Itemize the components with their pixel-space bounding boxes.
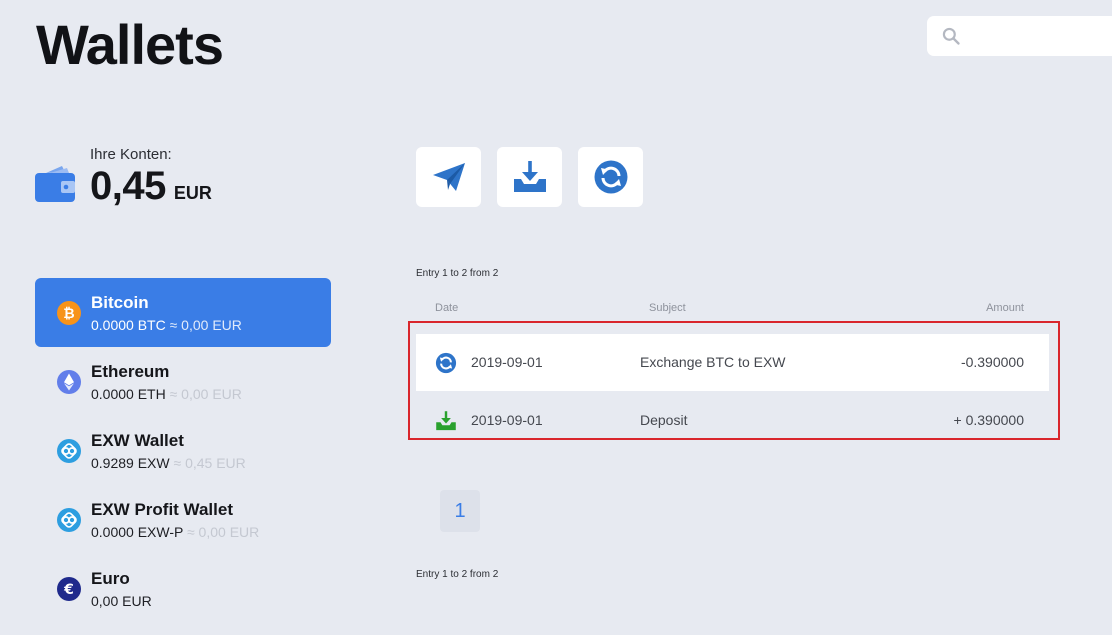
column-header-date: Date <box>435 302 459 314</box>
svg-text:₿: ₿ <box>63 306 74 322</box>
wallet-balance: 0.9289 EXW <box>91 454 170 471</box>
download-tray-icon <box>513 161 546 192</box>
search-icon <box>942 27 960 45</box>
wallet-name: Euro <box>91 568 130 588</box>
balance-label: Ihre Konten: <box>90 146 172 163</box>
highlight-box <box>408 321 1060 440</box>
wallet-list: ₿ Bitcoin 0.0000 BTC ≈ 0,00 EUR Ethereum… <box>35 278 331 623</box>
wallet-actions <box>416 147 643 207</box>
account-balance: Ihre Konten: 0,45 EUR <box>34 146 212 209</box>
wallet-approx-value: ≈ 0,00 EUR <box>169 385 242 402</box>
column-header-amount: Amount <box>986 302 1024 314</box>
entries-info-bottom: Entry 1 to 2 from 2 <box>416 569 499 580</box>
wallet-balance: 0.0000 ETH <box>91 385 166 402</box>
wallet-item-exw-profit-wallet[interactable]: EXW Profit Wallet 0.0000 EXW-P ≈ 0,00 EU… <box>35 485 331 554</box>
balance-amount: 0,45 <box>90 164 166 208</box>
wallet-name: EXW Wallet <box>91 430 184 450</box>
wallet-item-bitcoin[interactable]: ₿ Bitcoin 0.0000 BTC ≈ 0,00 EUR <box>35 278 331 347</box>
page-button-1[interactable]: 1 <box>440 490 480 532</box>
exchange-button[interactable] <box>578 147 643 207</box>
exw-icon <box>57 507 81 532</box>
wallet-balance: 0.0000 EXW-P <box>91 523 184 540</box>
wallet-balance: 0.0000 BTC <box>91 316 166 333</box>
bitcoin-icon: ₿ <box>57 300 81 325</box>
page-title: Wallets <box>36 13 224 76</box>
transactions-table-header: Date Subject Amount <box>416 302 1049 316</box>
column-header-subject: Subject <box>649 302 686 314</box>
wallet-name: Bitcoin <box>91 292 149 312</box>
search-box[interactable] <box>927 16 1112 56</box>
wallet-balance: 0,00 EUR <box>91 592 152 609</box>
exw-icon <box>57 438 81 463</box>
wallet-item-exw-wallet[interactable]: EXW Wallet 0.9289 EXW ≈ 0,45 EUR <box>35 416 331 485</box>
ethereum-icon <box>57 369 81 394</box>
wallet-icon <box>35 166 75 202</box>
deposit-button[interactable] <box>497 147 562 207</box>
wallet-name: EXW Profit Wallet <box>91 499 233 519</box>
entries-info-top: Entry 1 to 2 from 2 <box>416 268 499 279</box>
wallet-name: Ethereum <box>91 361 170 381</box>
wallet-approx-value: ≈ 0,00 EUR <box>169 316 242 333</box>
paper-plane-icon <box>432 163 465 191</box>
send-button[interactable] <box>416 147 481 207</box>
euro-icon: € <box>57 576 81 601</box>
search-input[interactable] <box>969 21 1112 51</box>
wallets-page: Wallets Ihre Konten: 0,45 EUR ₿ Bitcoin … <box>0 0 1112 635</box>
wallet-item-euro[interactable]: € Euro 0,00 EUR <box>35 554 331 623</box>
wallet-approx-value: ≈ 0,45 EUR <box>173 454 246 471</box>
refresh-circle-icon <box>594 160 627 194</box>
svg-text:€: € <box>63 582 74 598</box>
balance-currency: EUR <box>173 183 212 203</box>
wallet-item-ethereum[interactable]: Ethereum 0.0000 ETH ≈ 0,00 EUR <box>35 347 331 416</box>
wallet-approx-value: ≈ 0,00 EUR <box>186 523 260 540</box>
pagination: 1 <box>440 490 480 532</box>
